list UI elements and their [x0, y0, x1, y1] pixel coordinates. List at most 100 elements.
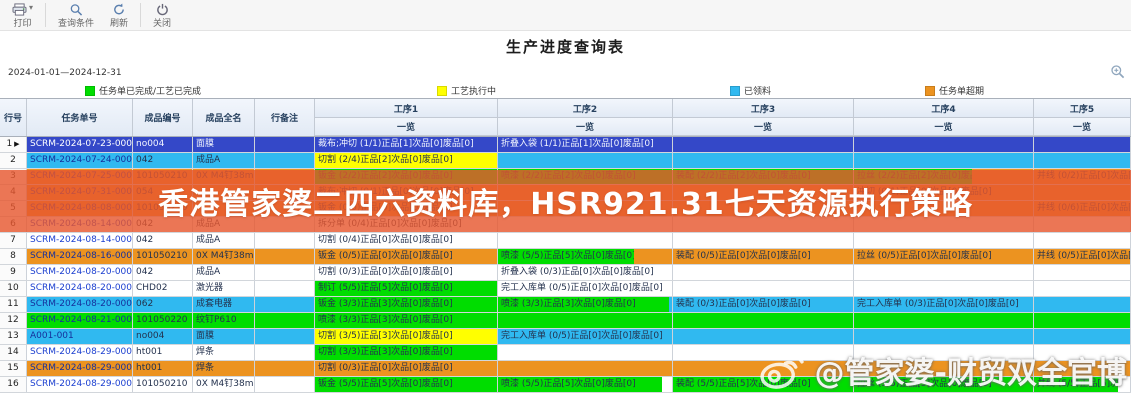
- table-row[interactable]: 1▶SCRM-2024-07-23-00001no004面膜裁布;冲切 (1/1…: [0, 137, 1131, 153]
- process-status-cell: 完工入库单 (0/3)正品[0]次品[0]废品[0]: [854, 297, 1034, 312]
- process-status-text: 完工入库单 (0/3)正品[0]次品[0]废品[0]: [854, 297, 1019, 312]
- row-number: 8: [0, 249, 27, 264]
- process-status-cell: 折叠入袋 (0/3)正品[0]次品[0]废品[0]: [498, 265, 673, 280]
- process-status-cell: [854, 329, 1034, 344]
- process-status-cell: 并线 (5/5)正品[5]次品[0]废品[0]: [1034, 377, 1131, 392]
- toolbar-separator: [140, 3, 141, 27]
- product-name-cell: 焊条: [193, 345, 255, 360]
- table-row[interactable]: 7SCRM-2024-08-14-00011042成品A切割 (0/4)正品[0…: [0, 233, 1131, 249]
- process-status-cell: [854, 233, 1034, 248]
- table-row[interactable]: 10SCRM-2024-08-20-00014CHD02激光器制订 (5/5)正…: [0, 281, 1131, 297]
- task-number-cell: SCRM-2024-08-21-00017: [27, 313, 133, 328]
- table-row[interactable]: 11SCRM-2024-08-20-00016062成套电器钣金 (3/3)正品…: [0, 297, 1131, 313]
- power-icon: [156, 3, 169, 16]
- task-number-cell: SCRM-2024-08-29-00022: [27, 377, 133, 392]
- print-dropdown-caret[interactable]: ▾: [29, 3, 33, 12]
- legend-label: 已领料: [744, 84, 771, 97]
- print-button[interactable]: ▾ 打印: [4, 0, 41, 30]
- close-button[interactable]: 关闭: [145, 0, 179, 30]
- process-status-block: 钣金 (3/3)正品[3]次品[0]废品[0]: [315, 297, 497, 312]
- process-status-cell: [498, 313, 673, 328]
- legend-item: 已领料: [730, 84, 771, 97]
- table-row[interactable]: 14SCRM-2024-08-29-00020ht001焊条切割 (3/3)正品…: [0, 345, 1131, 361]
- column-header[interactable]: 任务单号: [27, 99, 133, 136]
- table-row[interactable]: 2SCRM-2024-07-24-00002042成品A切割 (2/4)正品[2…: [0, 153, 1131, 169]
- selected-row-marker-icon: ▶: [14, 140, 19, 148]
- process-status-block: 钣金 (5/5)正品[5]次品[0]废品[0]: [315, 377, 497, 392]
- process-status-cell: [854, 313, 1034, 328]
- process-status-cell: 切割 (0/3)正品[0]次品[0]废品[0]: [315, 265, 498, 280]
- process-status-cell: [673, 345, 854, 360]
- process-status-cell: [1034, 329, 1131, 344]
- magnifier-icon[interactable]: [1110, 64, 1125, 83]
- task-number-cell: SCRM-2024-08-16-00012: [27, 249, 133, 264]
- product-name-cell: 成套电器: [193, 297, 255, 312]
- process-column-header[interactable]: 工序5: [1034, 99, 1131, 118]
- process-status-cell: [1034, 137, 1131, 152]
- product-code-cell: no004: [133, 137, 193, 152]
- column-header[interactable]: 成品编号: [133, 99, 193, 136]
- row-number: 10: [0, 281, 27, 296]
- process-status-cell: 切割 (3/3)正品[3]次品[0]废品[0]: [315, 345, 498, 360]
- process-status-text: 折叠入袋 (0/3)正品[0]次品[0]废品[0]: [498, 265, 654, 280]
- task-number-cell: SCRM-2024-07-24-00002: [27, 153, 133, 168]
- row-number: 1▶: [0, 137, 27, 152]
- process-status-cell: 完工入库单 (0/5)正品[0]次品[0]废品[0]: [498, 329, 673, 344]
- process-status-text: 装配 (0/3)正品[0]次品[0]废品[0]: [673, 297, 811, 312]
- table-row[interactable]: 9SCRM-2024-08-20-00013042成品A切割 (0/3)正品[0…: [0, 265, 1131, 281]
- table-row[interactable]: 16SCRM-2024-08-29-000221010502100X M4钉38…: [0, 377, 1131, 393]
- process-status-cell: 喷漆 (5/5)正品[5]次品[0]废品[0]: [498, 377, 673, 392]
- process-status-cell: 钣金 (5/5)正品[5]次品[0]废品[0]: [315, 377, 498, 392]
- process-status-cell: [1034, 153, 1131, 168]
- process-column-header[interactable]: 工序1: [315, 99, 498, 118]
- refresh-button[interactable]: 刷新: [102, 0, 136, 30]
- process-status-text: 裁布;冲切 (1/1)正品[1]次品[0]废品[0]: [315, 137, 474, 152]
- row-number: 7: [0, 233, 27, 248]
- legend-item: 任务单超期: [925, 84, 984, 97]
- process-status-cell: [1034, 281, 1131, 296]
- promo-banner-text: 香港管家婆二四六资料库，HSR921.31七天资源执行策略: [158, 179, 973, 223]
- process-status-text: 完工入库单 (0/5)正品[0]次品[0]废品[0]: [498, 281, 663, 296]
- process-status-text: 钣金 (0/5)正品[0]次品[0]废品[0]: [315, 249, 453, 264]
- process-column-header[interactable]: 工序4: [854, 99, 1034, 118]
- process-status-cell: [673, 233, 854, 248]
- process-status-cell: 制订 (5/5)正品[5]次品[0]废品[0]: [315, 281, 498, 296]
- column-header[interactable]: 行备注: [255, 99, 315, 136]
- row-number: 14: [0, 345, 27, 360]
- product-name-cell: 激光器: [193, 281, 255, 296]
- product-code-cell: CHD02: [133, 281, 193, 296]
- process-column-header[interactable]: 工序2: [498, 99, 673, 118]
- legend-item: 任务单已完成/工艺已完成: [85, 84, 201, 97]
- process-status-cell: [1034, 233, 1131, 248]
- process-subheader: 一览: [1034, 118, 1131, 136]
- process-status-block: 喷漆 (5/5)正品[5]次品[0]废品[0]: [498, 249, 634, 264]
- process-column-header[interactable]: 工序3: [673, 99, 854, 118]
- process-status-cell: [498, 361, 673, 376]
- row-note-cell: [255, 137, 315, 152]
- row-number: 13: [0, 329, 27, 344]
- table-row[interactable]: 8SCRM-2024-08-16-000121010502100X M4钉38m…: [0, 249, 1131, 265]
- table-row[interactable]: 12SCRM-2024-08-21-00017101050220纹钉P610喷漆…: [0, 313, 1131, 329]
- table-row[interactable]: 13A001-001no004面膜切割 (3/5)正品[3]次品[0]废品[0]…: [0, 329, 1131, 345]
- process-status-cell: [498, 153, 673, 168]
- table-row[interactable]: 15SCRM-2024-08-29-00021ht001焊条切割 (0/3)正品…: [0, 361, 1131, 377]
- process-status-text: 切割 (0/3)正品[0]次品[0]废品[0]: [315, 265, 453, 280]
- process-status-cell: 装配 (0/5)正品[0]次品[0]废品[0]: [673, 249, 854, 264]
- legend-swatch: [730, 86, 740, 96]
- row-note-cell: [255, 249, 315, 264]
- process-status-block: 装配 (5/5)正品[5]次品[0]废品[0]: [673, 377, 853, 392]
- legend-swatch: [437, 86, 447, 96]
- process-status-cell: 喷漆 (3/3)正品[3]次品[0]废品[0]: [498, 297, 673, 312]
- product-name-cell: 面膜: [193, 137, 255, 152]
- process-status-cell: [673, 329, 854, 344]
- process-status-cell: 钣金 (3/3)正品[3]次品[0]废品[0]: [315, 297, 498, 312]
- product-code-cell: 062: [133, 297, 193, 312]
- process-status-text: 切割 (0/3)正品[0]次品[0]废品[0]: [315, 361, 453, 376]
- column-header[interactable]: 成品全名: [193, 99, 255, 136]
- query-conditions-button[interactable]: 查询条件: [50, 0, 102, 30]
- column-header[interactable]: 行号: [0, 99, 27, 136]
- product-code-cell: ht001: [133, 361, 193, 376]
- process-status-cell: [673, 313, 854, 328]
- legend-item: 工艺执行中: [437, 84, 496, 97]
- process-status-text: 装配 (0/5)正品[0]次品[0]废品[0]: [673, 249, 811, 264]
